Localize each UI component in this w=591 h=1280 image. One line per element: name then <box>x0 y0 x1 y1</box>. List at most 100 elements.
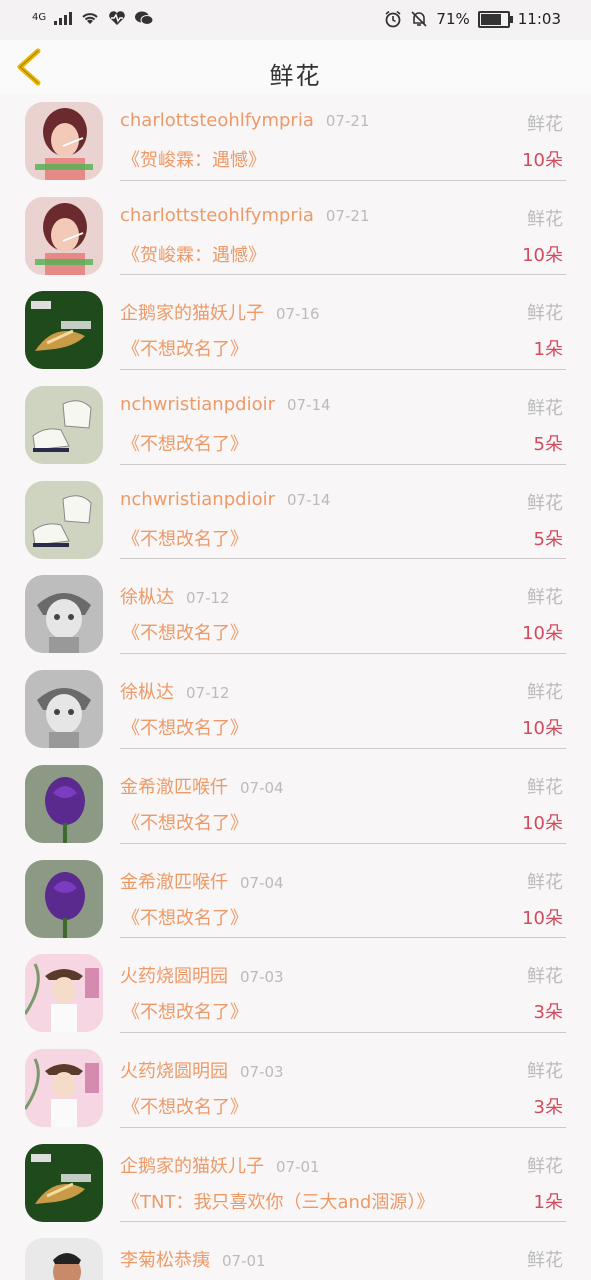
avatar[interactable] <box>25 196 103 275</box>
row-divider <box>120 179 566 181</box>
avatar[interactable] <box>25 764 103 843</box>
book-title[interactable]: 《贺峻霖：遇憾》 <box>122 146 266 172</box>
flower-record-list: charlottsteohlfympria 07-21 鲜花 《贺峻霖：遇憾》 10朵 c… <box>0 94 591 1280</box>
user-name-text: 火药烧圆明园 <box>120 1060 228 1082</box>
user-name-text: 徐枞达 <box>120 682 174 704</box>
user-name[interactable]: nchwristianpdioir 07-14 <box>120 394 331 415</box>
gift-date: 07-03 <box>240 968 284 987</box>
wechat-icon <box>135 11 154 25</box>
flower-count: 5朵 <box>533 528 563 550</box>
battery-fill <box>480 13 501 25</box>
user-name[interactable]: 金希澈匹喉仟 07-04 <box>120 868 284 894</box>
gift-type: 鲜花 <box>527 587 563 609</box>
user-name[interactable]: 企鹅家的猫妖儿子 07-16 <box>120 299 320 325</box>
gift-date: 07-01 <box>222 1252 266 1271</box>
row-divider <box>120 653 566 655</box>
gift-date: 07-04 <box>240 778 284 797</box>
avatar[interactable] <box>25 291 103 370</box>
book-title[interactable]: 《不想改名了》 <box>122 525 248 551</box>
row-divider <box>120 1126 566 1128</box>
user-name[interactable]: 火药烧圆明园 07-03 <box>120 1057 284 1083</box>
row-divider <box>120 558 566 560</box>
gift-type: 鲜花 <box>527 776 563 798</box>
row-divider <box>120 937 566 939</box>
gift-type: 鲜花 <box>527 1060 563 1082</box>
flower-count: 10朵 <box>522 812 563 834</box>
list-item[interactable]: 徐枞达 07-12 鲜花 《不想改名了》 10朵 <box>0 567 591 662</box>
page-title: 鲜花 <box>269 62 322 90</box>
gift-date: 07-16 <box>276 305 320 324</box>
list-item[interactable]: 李菊松恭痍 07-01 鲜花 <box>0 1230 591 1280</box>
user-name[interactable]: charlottsteohlfympria 07-21 <box>120 205 369 226</box>
user-name[interactable]: charlottsteohlfympria 07-21 <box>120 110 369 131</box>
clock: 11:03 <box>517 10 561 28</box>
user-name-text: charlottsteohlfympria <box>120 204 314 226</box>
list-item[interactable]: 火药烧圆明园 07-03 鲜花 《不想改名了》 3朵 <box>0 946 591 1041</box>
row-divider <box>120 747 566 749</box>
avatar[interactable] <box>25 670 103 749</box>
gift-type: 鲜花 <box>527 1250 563 1272</box>
gift-type: 鲜花 <box>527 682 563 704</box>
battery-percent: 71% <box>436 10 470 28</box>
row-divider <box>120 463 566 465</box>
list-item[interactable]: nchwristianpdioir 07-14 鲜花 《不想改名了》 5朵 <box>0 473 591 568</box>
list-item[interactable]: 企鹅家的猫妖儿子 07-01 鲜花 《TNT：我只喜欢你（三大and涸源）》 1朵 <box>0 1136 591 1231</box>
status-left: 4G <box>32 10 154 26</box>
book-title[interactable]: 《不想改名了》 <box>122 904 248 930</box>
avatar[interactable] <box>25 480 103 559</box>
avatar[interactable] <box>25 1048 103 1127</box>
avatar[interactable] <box>25 386 103 465</box>
user-name[interactable]: 徐枞达 07-12 <box>120 678 230 704</box>
wifi-icon <box>82 13 98 24</box>
list-item[interactable]: 火药烧圆明园 07-03 鲜花《不想改名了》 3朵 <box>0 1041 591 1136</box>
app-header: 鲜花 <box>0 40 591 94</box>
flower-count: 3朵 <box>533 1096 563 1118</box>
gift-date: 07-01 <box>276 1157 320 1176</box>
list-item[interactable]: 金希澈匹喉仟 07-04 鲜花《不想改名了》 10朵 <box>0 757 591 852</box>
book-title[interactable]: 《TNT：我只喜欢你（三大and涸源）》 <box>122 1188 434 1214</box>
user-name-text: 火药烧圆明园 <box>120 966 228 988</box>
book-title[interactable]: 《不想改名了》 <box>122 619 248 645</box>
gift-date: 07-12 <box>186 684 230 703</box>
health-icon <box>109 11 125 25</box>
gift-date: 07-21 <box>325 112 370 130</box>
book-title[interactable]: 《不想改名了》 <box>122 809 248 835</box>
list-item[interactable]: 徐枞达 07-12 鲜花《不想改名了》 10朵 <box>0 662 591 757</box>
avatar[interactable] <box>25 954 103 1033</box>
flower-count: 10朵 <box>522 244 563 266</box>
book-title[interactable]: 《不想改名了》 <box>122 335 248 361</box>
book-title[interactable]: 《不想改名了》 <box>122 998 248 1024</box>
row-divider <box>120 274 566 276</box>
user-name-text: 李菊松恭痍 <box>120 1250 210 1272</box>
list-item[interactable]: 企鹅家的猫妖儿子 07-16 鲜花 《不想改名了》 1朵 <box>0 283 591 378</box>
book-title[interactable]: 《不想改名了》 <box>122 430 248 456</box>
avatar[interactable] <box>25 575 103 654</box>
avatar[interactable] <box>25 102 103 180</box>
row-divider <box>120 1221 566 1223</box>
user-name-text: 金希澈匹喉仟 <box>120 871 228 893</box>
flower-count: 10朵 <box>522 718 563 740</box>
list-item[interactable]: nchwristianpdioir 07-14 鲜花 《不想改名了》 5朵 <box>0 378 591 473</box>
status-right: 71% 11:03 <box>384 10 561 28</box>
gift-date: 07-12 <box>186 589 230 608</box>
list-item[interactable]: charlottsteohlfympria 07-21 鲜花 《贺峻霖：遇憾》 10朵 <box>0 94 591 189</box>
book-title[interactable]: 《不想改名了》 <box>122 714 248 740</box>
gift-type: 鲜花 <box>527 114 563 135</box>
user-name-text: 徐枞达 <box>120 587 174 609</box>
list-item[interactable]: charlottsteohlfympria 07-21 鲜花《贺峻霖：遇憾》 10朵 <box>0 189 591 284</box>
user-name[interactable]: 金希澈匹喉仟 07-04 <box>120 773 284 799</box>
book-title[interactable]: 《贺峻霖：遇憾》 <box>122 241 266 267</box>
list-item[interactable]: 金希澈匹喉仟 07-04 鲜花 《不想改名了》 10朵 <box>0 852 591 947</box>
user-name[interactable]: nchwristianpdioir 07-14 <box>120 489 331 510</box>
user-name[interactable]: 李菊松恭痍 07-01 <box>120 1246 266 1272</box>
book-title[interactable]: 《不想改名了》 <box>122 1093 248 1119</box>
avatar[interactable] <box>25 859 103 938</box>
user-name[interactable]: 徐枞达 07-12 <box>120 583 230 609</box>
gift-type: 鲜花 <box>527 208 563 230</box>
user-name[interactable]: 企鹅家的猫妖儿子 07-01 <box>120 1152 320 1178</box>
avatar[interactable] <box>25 1143 103 1222</box>
user-name-text: nchwristianpdioir <box>120 394 275 416</box>
avatar[interactable] <box>25 1238 103 1280</box>
user-name[interactable]: 火药烧圆明园 07-03 <box>120 962 284 988</box>
gift-type: 鲜花 <box>527 966 563 988</box>
